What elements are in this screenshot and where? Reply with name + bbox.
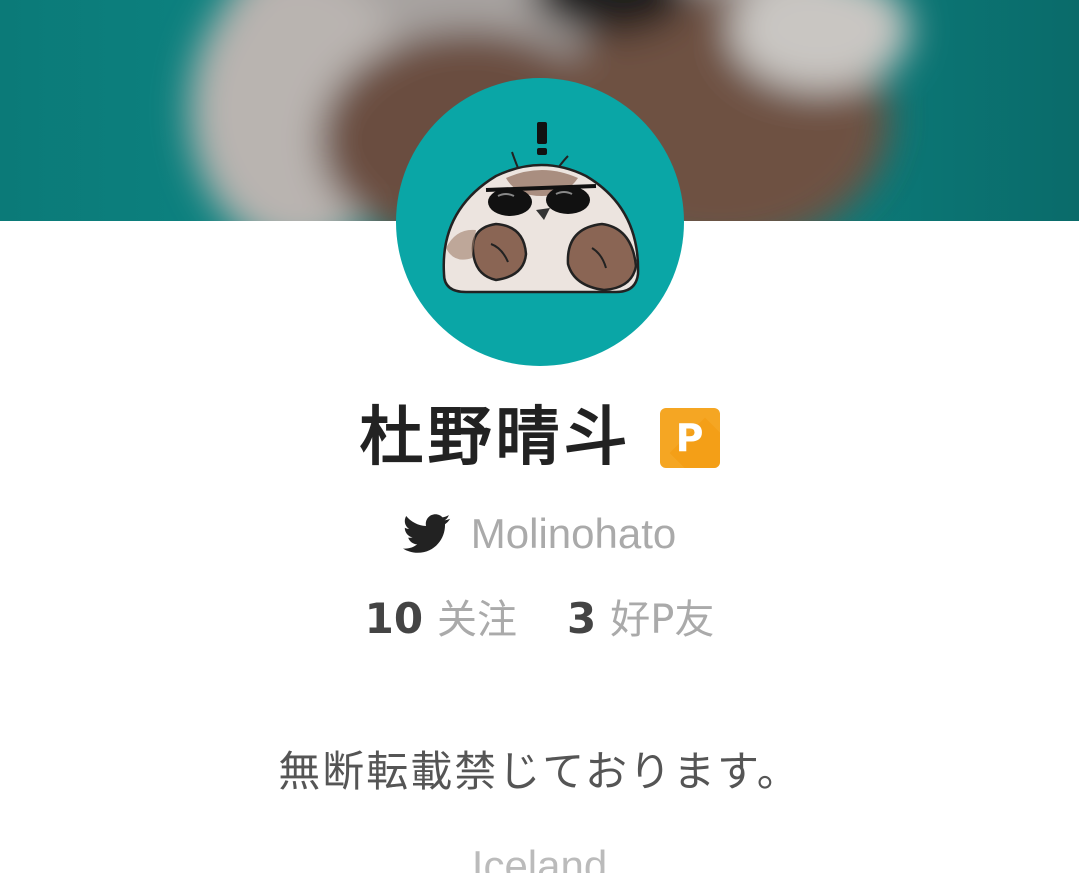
avatar-bird-illustration bbox=[442, 122, 640, 294]
twitter-handle: Molinohato bbox=[470, 510, 677, 557]
twitter-link[interactable]: Molinohato bbox=[0, 506, 1079, 562]
profile-page: 杜野晴斗 P Molinohato 10 关注 3 好P友 無断転載禁じておりま… bbox=[0, 0, 1079, 873]
following-label: 关注 bbox=[437, 597, 518, 643]
friends-count: 3 bbox=[567, 594, 597, 643]
premium-badge-letter: P bbox=[675, 416, 704, 460]
stats-row: 10 关注 3 好P友 bbox=[0, 588, 1079, 644]
premium-badge-icon[interactable]: P bbox=[659, 408, 720, 468]
twitter-bird-icon bbox=[402, 514, 451, 554]
avatar[interactable] bbox=[396, 78, 684, 366]
profile-bio: 無断転載禁じております。 bbox=[278, 747, 801, 796]
profile-location: Iceland bbox=[471, 842, 608, 873]
user-name: 杜野晴斗 bbox=[359, 401, 632, 475]
friends-label: 好P友 bbox=[610, 597, 715, 643]
following-stat[interactable]: 10 关注 bbox=[365, 587, 517, 645]
following-count: 10 bbox=[364, 594, 424, 643]
friends-stat[interactable]: 3 好P友 bbox=[567, 587, 714, 645]
name-row: 杜野晴斗 P bbox=[0, 398, 1079, 478]
